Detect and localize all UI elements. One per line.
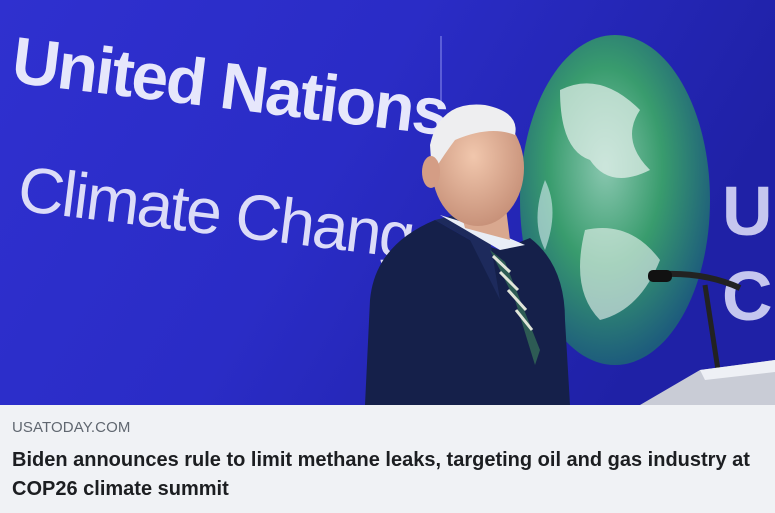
article-headline[interactable]: Biden announces rule to limit methane le… bbox=[12, 446, 752, 504]
svg-text:CO: CO bbox=[722, 257, 775, 335]
link-preview-card[interactable]: UN CO United Nations Climate Change bbox=[0, 0, 775, 513]
article-photo: UN CO United Nations Climate Change bbox=[0, 0, 775, 405]
source-domain: USATODAY.COM bbox=[12, 419, 131, 436]
link-meta[interactable]: USATODAY.COM Biden announces rule to lim… bbox=[0, 405, 775, 513]
article-image[interactable]: UN CO United Nations Climate Change bbox=[0, 0, 775, 405]
svg-text:UN: UN bbox=[722, 172, 775, 250]
